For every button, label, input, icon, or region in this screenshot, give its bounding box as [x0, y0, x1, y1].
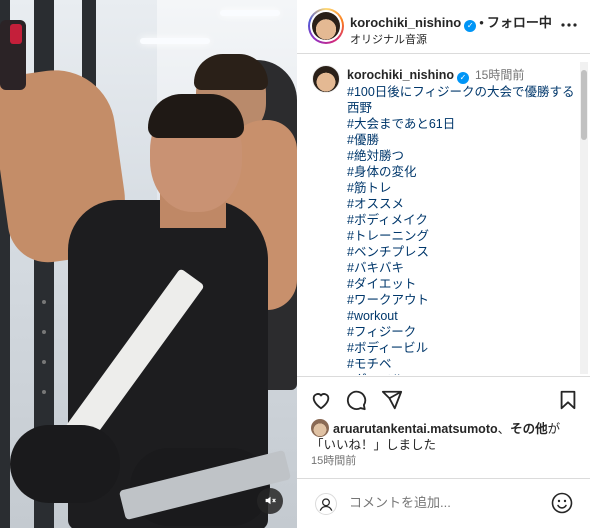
verified-badge-icon: ✓	[464, 20, 477, 32]
share-icon[interactable]	[381, 389, 403, 411]
hashtag-link[interactable]: #フィジーク	[347, 324, 579, 340]
action-bar	[297, 376, 590, 420]
author-line: korochiki_nishino ✓ • フォロー中	[350, 12, 552, 32]
hashtag-link[interactable]: #ボディメイク	[347, 212, 579, 228]
heart-icon[interactable]	[310, 389, 332, 411]
likes-others-link[interactable]: その他	[510, 422, 548, 436]
ceiling-light	[140, 38, 210, 44]
hashtag-link[interactable]: #100日後にフィジークの大会で優勝する西野	[347, 85, 575, 115]
bench-pad	[10, 425, 120, 503]
caption-scroll-area[interactable]: korochiki_nishino ✓ 15時間前 #100日後にフィジークの大会で…	[297, 55, 590, 375]
comment-bar	[297, 478, 590, 528]
post-header: korochiki_nishino ✓ • フォロー中 オリジナル音源	[297, 0, 590, 54]
hashtag-link[interactable]: #ダンベル	[347, 372, 579, 375]
hashtag-list: #100日後にフィジークの大会で優勝する西野 #大会まであと61日 #優勝 #絶対勝つ…	[347, 84, 579, 375]
caption-time: 15時間前	[474, 68, 525, 82]
hashtag-link[interactable]: #身体の変化	[347, 164, 579, 180]
hashtag-link[interactable]: #workout	[347, 308, 579, 324]
rack-hole	[42, 360, 46, 364]
avatar[interactable]	[312, 12, 340, 40]
likes-joiner: 、	[497, 422, 511, 436]
rack-hole	[42, 390, 46, 394]
ceiling-light	[220, 10, 280, 16]
rack-hole	[42, 330, 46, 334]
liker-username[interactable]: aruarutankentai.matsumoto	[333, 422, 498, 436]
likes-summary: aruarutankentai.matsumoto、その他が「いいね！」しました	[311, 419, 581, 453]
hashtag-link[interactable]: #筋トレ	[347, 180, 579, 196]
hashtag-link[interactable]: #大会まであと61日	[347, 116, 579, 132]
bookmark-icon[interactable]	[557, 389, 579, 411]
hashtag-link[interactable]: #ベンチプレス	[347, 244, 579, 260]
author-username[interactable]: korochiki_nishino	[350, 15, 461, 30]
more-options-icon[interactable]	[560, 15, 578, 33]
following-button[interactable]: フォロー中	[487, 15, 552, 30]
comment-input[interactable]	[349, 495, 529, 510]
separator-dot: •	[479, 15, 484, 30]
glove-accent	[10, 24, 22, 44]
hashtag-link[interactable]: #優勝	[347, 132, 579, 148]
comment-icon[interactable]	[345, 389, 367, 411]
mute-button[interactable]	[257, 488, 283, 514]
audio-link[interactable]: オリジナル音源	[350, 31, 427, 47]
hashtag-link[interactable]: #ダイエット	[347, 276, 579, 292]
athlete-hair	[148, 94, 244, 138]
caption-avatar[interactable]	[312, 65, 340, 93]
hashtag-link[interactable]: #ワークアウト	[347, 292, 579, 308]
hashtag-link[interactable]: #モチベ	[347, 356, 579, 372]
caption-body: korochiki_nishino ✓ 15時間前 #100日後にフィジークの大会で…	[347, 67, 579, 375]
liker-avatar[interactable]	[311, 419, 329, 437]
verified-badge-icon: ✓	[456, 72, 469, 84]
comment-avatar	[315, 493, 337, 515]
hashtag-link[interactable]: #ボディービル	[347, 340, 579, 356]
rack-hole	[42, 300, 46, 304]
hashtag-link[interactable]: #オススメ	[347, 196, 579, 212]
post-media-video[interactable]	[0, 0, 297, 528]
posted-time[interactable]: 15時間前	[311, 452, 356, 468]
caption-username[interactable]: korochiki_nishino	[347, 68, 454, 82]
emoji-icon[interactable]	[550, 491, 574, 515]
hashtag-link[interactable]: #絶対勝つ	[347, 148, 579, 164]
hashtag-link[interactable]: #バキバキ	[347, 260, 579, 276]
scrollbar-thumb[interactable]	[581, 70, 587, 140]
trainer-hair	[194, 54, 268, 90]
post-side-panel: korochiki_nishino ✓ • フォロー中 オリジナル音源 korochi…	[297, 0, 590, 528]
speaker-muted-icon	[264, 493, 277, 508]
hashtag-link[interactable]: #トレーニング	[347, 228, 579, 244]
